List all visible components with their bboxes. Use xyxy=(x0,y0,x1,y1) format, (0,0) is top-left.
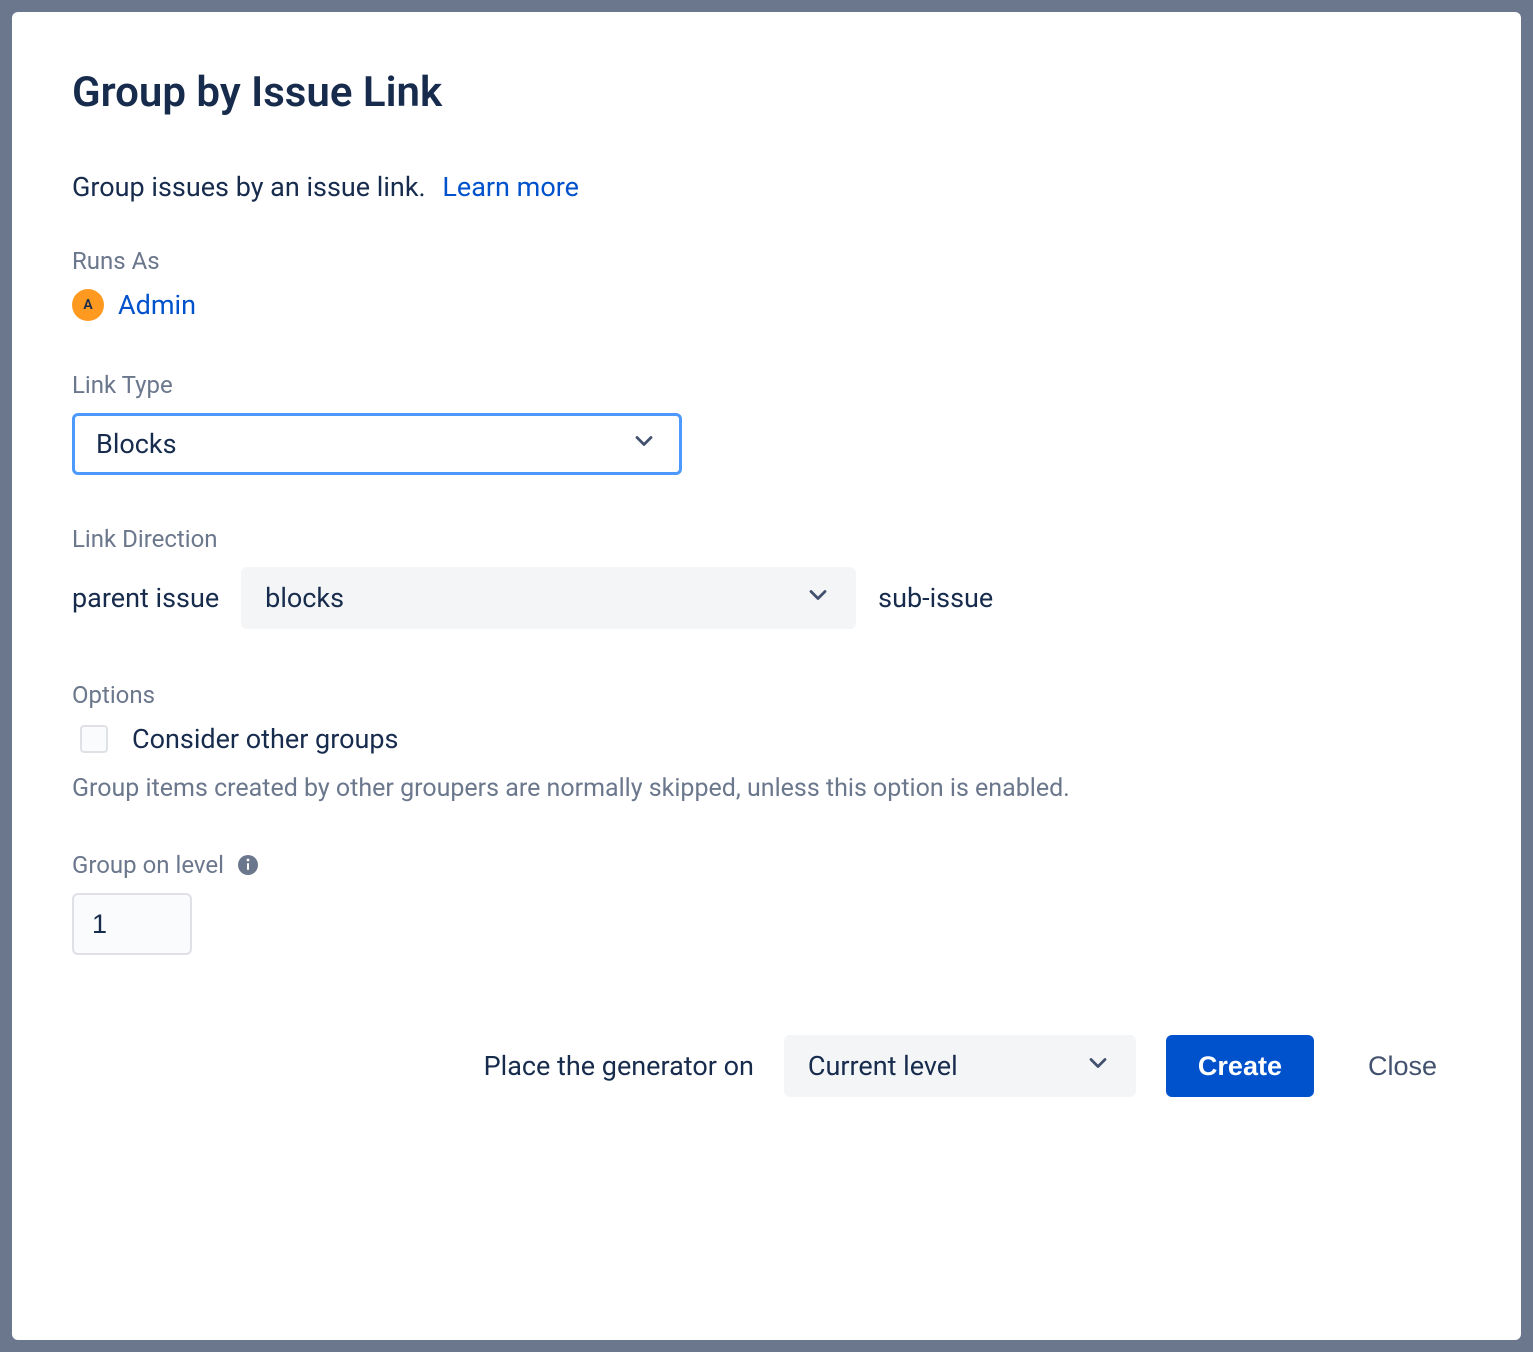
link-type-label: Link Type xyxy=(72,371,1461,399)
link-direction-right-text: sub-issue xyxy=(878,582,993,614)
options-label: Options xyxy=(72,681,1461,709)
link-direction-row: parent issue blocks sub-issue xyxy=(72,567,1461,629)
chevron-down-icon xyxy=(630,427,658,462)
consider-other-groups-checkbox[interactable] xyxy=(80,725,108,753)
create-button[interactable]: Create xyxy=(1166,1035,1314,1097)
group-on-level-group: Group on level xyxy=(72,851,1461,955)
dialog-footer: Place the generator on Current level Cre… xyxy=(72,1035,1461,1097)
avatar[interactable]: A xyxy=(72,289,104,321)
chevron-down-icon xyxy=(1084,1049,1112,1084)
consider-other-groups-row: Consider other groups xyxy=(72,723,1461,755)
link-type-value: Blocks xyxy=(96,428,177,460)
dialog-title: Group by Issue Link xyxy=(72,68,1461,117)
link-direction-label: Link Direction xyxy=(72,525,1461,553)
link-direction-select[interactable]: blocks xyxy=(241,567,856,629)
link-type-select[interactable]: Blocks xyxy=(72,413,682,475)
dialog-subtitle-row: Group issues by an issue link. Learn mor… xyxy=(72,171,1461,203)
group-on-level-label-row: Group on level xyxy=(72,851,1461,879)
placement-value: Current level xyxy=(808,1050,958,1082)
close-button[interactable]: Close xyxy=(1344,1035,1461,1097)
info-icon[interactable] xyxy=(236,853,260,877)
runs-as-row: A Admin xyxy=(72,289,1461,321)
group-by-issue-link-dialog: Group by Issue Link Group issues by an i… xyxy=(12,12,1521,1340)
group-on-level-label: Group on level xyxy=(72,851,224,879)
placement-select[interactable]: Current level xyxy=(784,1035,1136,1097)
link-direction-left-text: parent issue xyxy=(72,582,219,614)
dialog-subtitle: Group issues by an issue link. xyxy=(72,171,426,203)
chevron-down-icon xyxy=(804,581,832,616)
placement-label: Place the generator on xyxy=(484,1050,754,1082)
options-help-text: Group items created by other groupers ar… xyxy=(72,771,1461,807)
runs-as-label: Runs As xyxy=(72,247,1461,275)
consider-other-groups-label: Consider other groups xyxy=(132,723,398,755)
options-group: Options Consider other groups Group item… xyxy=(72,681,1461,807)
link-direction-value: blocks xyxy=(265,582,344,614)
learn-more-link[interactable]: Learn more xyxy=(442,171,579,203)
runs-as-user-link[interactable]: Admin xyxy=(118,289,196,321)
link-direction-group: Link Direction parent issue blocks sub-i… xyxy=(72,525,1461,629)
group-on-level-input[interactable] xyxy=(72,893,192,955)
